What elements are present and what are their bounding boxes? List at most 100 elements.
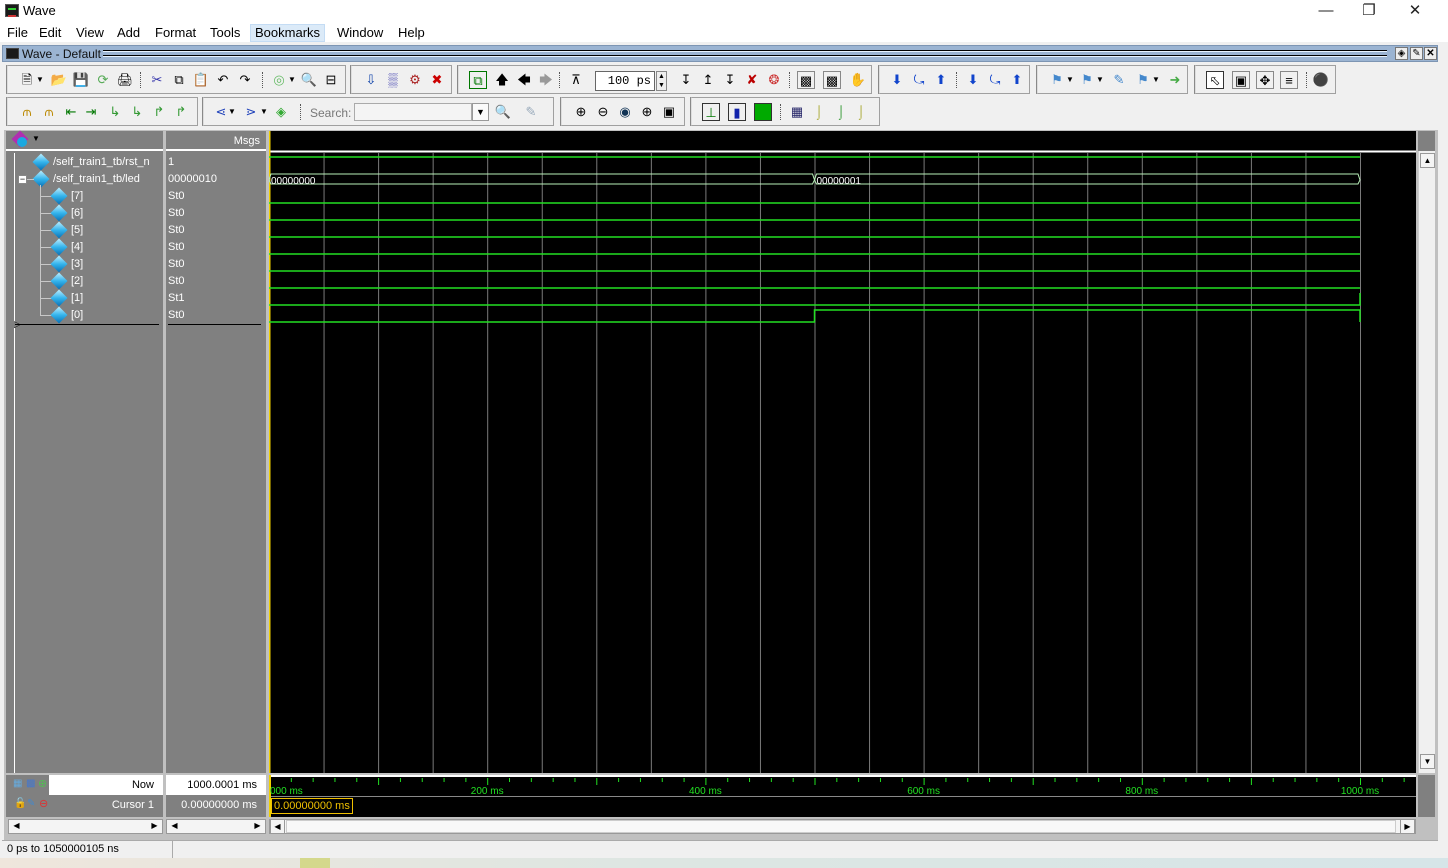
edit-bookmark-icon[interactable]: ✎ (1110, 71, 1128, 89)
left-arrow-icon[interactable]: 🡄 (515, 71, 533, 89)
values-scroll-right[interactable]: ▶ (250, 819, 265, 834)
layout-dropdown-icon[interactable]: ▼ (32, 134, 40, 143)
prev-transition-icon[interactable]: ⇤ (62, 103, 80, 121)
signal-name[interactable]: [1] (71, 290, 83, 307)
reload-icon[interactable]: ⟳ (94, 71, 112, 89)
line-format-icon[interactable]: ⊥ (702, 103, 720, 121)
menu-help[interactable]: Help (394, 24, 429, 42)
cursor-props-icon[interactable]: ▩ (26, 778, 35, 789)
open-folder-icon[interactable]: 📂 (50, 71, 68, 89)
save-bookmark-dropdown-icon[interactable]: ▼ (1152, 71, 1160, 89)
scroll-down-button[interactable]: ▼ (1420, 754, 1435, 769)
menu-tools[interactable]: Tools (206, 24, 244, 42)
menu-bookmarks[interactable]: Bookmarks (250, 24, 326, 42)
minimize-button[interactable]: — (1303, 0, 1349, 22)
menu-edit[interactable]: Edit (35, 24, 65, 42)
save-icon[interactable]: 💾 (72, 71, 90, 89)
menu-view[interactable]: View (72, 24, 108, 42)
signal-name[interactable]: [4] (71, 239, 83, 256)
menu-format[interactable]: Format (151, 24, 200, 42)
names-hscrollbar[interactable]: ◀ ▶ (8, 819, 163, 834)
signal-name[interactable]: /self_train1_tb/rst_n (53, 154, 150, 171)
wave-scroll-right[interactable]: ▶ (1400, 819, 1415, 834)
signal-name[interactable]: [6] (71, 205, 83, 222)
new-file-icon[interactable]: 🗎 (18, 71, 36, 89)
collapse-expand-icon[interactable]: ⊟ (322, 71, 340, 89)
names-scroll-left[interactable]: ◀ (9, 819, 24, 834)
vertical-scrollbar[interactable]: ▲ ▼ (1418, 151, 1435, 773)
waveform-pane[interactable]: 00000000 00000001 (269, 131, 1416, 773)
copy-icon[interactable]: ⧉ (170, 71, 188, 89)
menu-file[interactable]: File (3, 24, 32, 42)
menu-add[interactable]: Add (113, 24, 144, 42)
signal-name[interactable]: [7] (71, 188, 83, 205)
zoom-region-icon[interactable]: ▣ (660, 103, 678, 121)
wave-scroll-left[interactable]: ◀ (270, 819, 285, 834)
dock-grip[interactable] (103, 50, 1387, 52)
time-step-input[interactable]: 100 ps (595, 71, 655, 91)
pan-mode-icon[interactable]: ✥ (1256, 71, 1274, 89)
add-bookmark-icon[interactable]: ⚑ (1048, 71, 1066, 89)
save-bookmark-icon[interactable]: ⚑ (1134, 71, 1152, 89)
cursor-1-marker[interactable]: 0.00000000 ms (271, 798, 353, 814)
expand-right-icon[interactable]: ⋗ (242, 103, 260, 121)
cut-icon[interactable]: ✂ (148, 71, 166, 89)
zoom-cursor-icon[interactable]: ⊕ (638, 103, 656, 121)
menu-window[interactable]: Window (333, 24, 387, 42)
link-icon[interactable]: ⧉ (469, 71, 487, 89)
wave-options-icon[interactable]: ▦ (13, 778, 22, 789)
lock-cursor-icon[interactable]: 🔓 (14, 798, 26, 809)
collapse-toggle-icon[interactable]: − (18, 175, 27, 184)
signal-names-pane[interactable]: ▼ /self_train1_tb/rst_n/self_train1_tb/l… (6, 130, 163, 773)
search-dropdown[interactable]: ▼ (472, 103, 489, 121)
rising-edge-icon[interactable]: ↳ (128, 103, 146, 121)
add-cursor-icon-bottom[interactable]: ⊕ (38, 777, 47, 790)
print-icon[interactable]: 🖨 (116, 71, 134, 89)
binoculars-icon[interactable]: 🔍 (300, 71, 318, 89)
stop-light-icon[interactable]: ⚫ (1312, 71, 1330, 89)
waveform-canvas[interactable]: 00000000 00000001 (269, 131, 1416, 773)
redo-icon[interactable]: ↷ (236, 71, 254, 89)
values-hscrollbar[interactable]: ◀ ▶ (166, 819, 266, 834)
search-input[interactable] (354, 103, 472, 121)
signal-name[interactable]: /self_train1_tb/led (53, 171, 140, 188)
names-scroll-right[interactable]: ▶ (147, 819, 162, 834)
find-target-icon[interactable]: ◎ (270, 71, 288, 89)
expand-left-dropdown-icon[interactable]: ▼ (228, 103, 236, 121)
select-mode-icon[interactable]: ⬁ (1206, 71, 1224, 89)
wave-compare2-icon[interactable]: ▩ (823, 71, 841, 89)
step-all-icon[interactable]: ⬇ (964, 71, 982, 89)
edge-icon[interactable]: ⌡ (832, 103, 850, 121)
wave-hscrollbar[interactable]: ◀ ▶ (269, 819, 1416, 834)
dataflow-icon[interactable]: ⌡ (810, 103, 828, 121)
delete-cursor-icon[interactable]: ✘ (743, 71, 761, 89)
zoom-in-icon[interactable]: ⊕ (572, 103, 590, 121)
cursor-1-label[interactable]: Cursor 1 (112, 799, 154, 811)
pattern-icon[interactable]: ▦ (788, 103, 806, 121)
goto-bookmark-icon[interactable]: ➜ (1166, 71, 1184, 89)
zoom-full-icon[interactable]: ◉ (616, 103, 634, 121)
step-over-icon[interactable]: ⤿ (910, 71, 928, 89)
signal-name[interactable]: [2] (71, 273, 83, 290)
step-out-all-icon[interactable]: ⬆ (1008, 71, 1026, 89)
find-next-icon[interactable]: ✎ (522, 103, 540, 121)
signal-name[interactable]: [5] (71, 222, 83, 239)
remove-bookmark-icon[interactable]: ⚑ (1078, 71, 1096, 89)
right-arrow-icon[interactable]: 🡆 (537, 71, 555, 89)
dock-title-bar[interactable]: Wave - Default ◈ ✎ ✕ (2, 45, 1438, 62)
step-out-icon[interactable]: ⬆ (932, 71, 950, 89)
next-transition-icon[interactable]: ⇥ (82, 103, 100, 121)
edit-mode-icon[interactable]: ≡ (1280, 71, 1298, 89)
falling-edge-icon[interactable]: ↳ (106, 103, 124, 121)
zoom-mode-icon[interactable]: ▣ (1232, 71, 1250, 89)
edge2-icon[interactable]: ⌡ (852, 103, 870, 121)
add-bookmark-dropdown-icon[interactable]: ▼ (1066, 71, 1074, 89)
next-falling-icon[interactable]: ↧ (721, 71, 739, 89)
edit-cursor-icon[interactable]: ✎ (27, 798, 35, 809)
lock-icon[interactable]: ❂ (765, 71, 783, 89)
next-edge-icon[interactable]: ↧ (677, 71, 695, 89)
prev-edge-icon[interactable]: ↥ (699, 71, 717, 89)
bar-format-icon[interactable]: ▮ (728, 103, 746, 121)
dither-icon[interactable]: ▒ (384, 71, 402, 89)
timeline-canvas[interactable]: 000 ms 200 ms 400 ms 600 ms 800 ms 1000 ms (269, 775, 1416, 817)
